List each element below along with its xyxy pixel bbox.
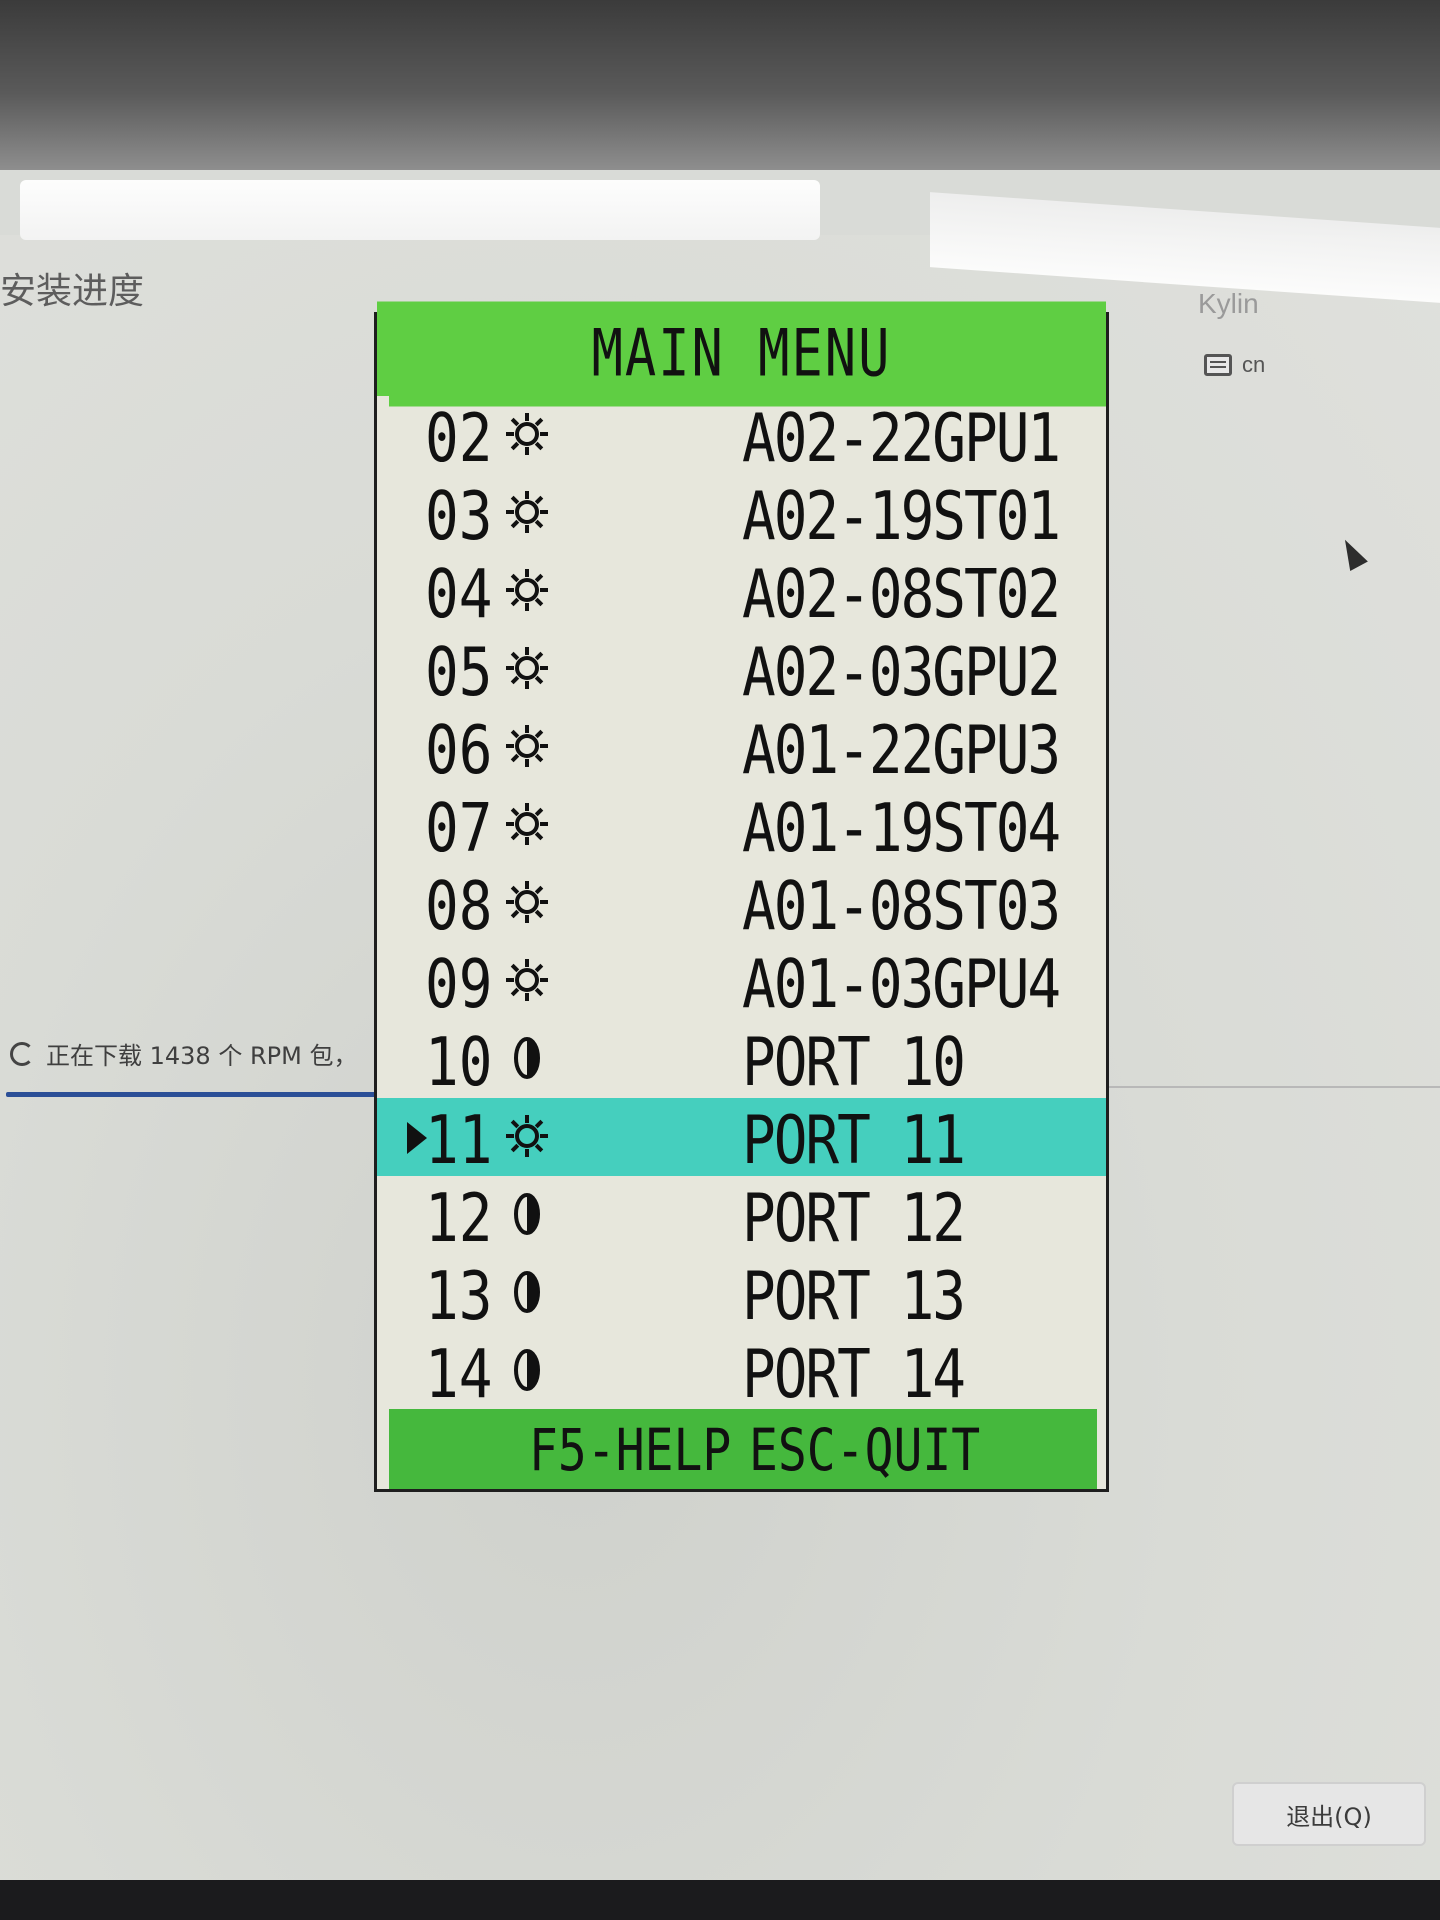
- port-number: 11: [425, 1102, 493, 1180]
- sun-icon: [506, 569, 548, 611]
- port-number: 14: [425, 1336, 493, 1414]
- menu-footer: F5-HELP ESC-QUIT: [389, 1409, 1097, 1489]
- spinner-icon: [10, 1041, 34, 1066]
- moon-icon: [514, 1349, 540, 1391]
- keyboard-layout-label: cn: [1242, 352, 1266, 377]
- sun-icon: [506, 803, 548, 845]
- port-name: PORT 12: [742, 1180, 966, 1258]
- port-number: 10: [425, 1024, 493, 1102]
- menu-row-port-04[interactable]: 04 A02-08ST02: [377, 552, 1106, 634]
- quit-key-hint[interactable]: ESC-QUIT: [749, 1417, 980, 1484]
- menu-row-port-08[interactable]: 08 A01-08ST03: [377, 864, 1106, 946]
- port-number: 08: [425, 868, 493, 946]
- port-number: 03: [425, 478, 493, 556]
- installer-title: 安装进度: [0, 271, 145, 312]
- port-name: A01-03GPU4: [742, 946, 1061, 1024]
- sun-icon: [506, 725, 548, 767]
- sun-icon: [506, 647, 548, 689]
- port-number: 12: [425, 1180, 493, 1258]
- port-number: 06: [425, 712, 493, 790]
- help-key-hint[interactable]: F5-HELP: [529, 1417, 731, 1484]
- port-number: 02: [425, 400, 493, 478]
- monitor-bezel-bottom: [0, 1880, 1440, 1920]
- port-number: 07: [425, 790, 493, 868]
- port-name: PORT 14: [742, 1336, 966, 1414]
- menu-title: MAIN MENU: [377, 301, 1106, 407]
- divider: [1100, 1086, 1440, 1088]
- quit-button[interactable]: 退出(Q): [1232, 1782, 1426, 1846]
- sun-icon: [506, 881, 548, 923]
- download-progress-status: 正在下载 1438 个 RPM 包，: [10, 1036, 357, 1071]
- menu-row-port-11[interactable]: 11 PORT 11: [377, 1098, 1106, 1180]
- menu-row-port-14[interactable]: 14 PORT 14: [377, 1332, 1106, 1414]
- sun-icon: [506, 959, 548, 1001]
- kvm-main-menu: MAIN MENU 02 A02-22GPU1 03 A02-19ST01 04 A02-…: [374, 301, 1109, 1492]
- menu-row-port-07[interactable]: 07 A01-19ST04: [377, 786, 1106, 868]
- port-name: A02-22GPU1: [742, 400, 1061, 478]
- menu-row-port-06[interactable]: 06 A01-22GPU3: [377, 708, 1106, 790]
- moon-icon: [514, 1193, 540, 1235]
- moon-icon: [514, 1037, 540, 1079]
- menu-row-port-03[interactable]: 03 A02-19ST01: [377, 474, 1106, 556]
- sun-icon: [506, 413, 548, 455]
- sun-icon: [506, 491, 548, 533]
- menu-row-port-05[interactable]: 05 A02-03GPU2: [377, 630, 1106, 712]
- port-name: A02-19ST01: [742, 478, 1061, 556]
- menu-row-port-09[interactable]: 09 A01-03GPU4: [377, 942, 1106, 1024]
- progress-bar: [6, 1092, 386, 1097]
- brand-text: Kylin: [1198, 288, 1259, 319]
- screen-glare: [20, 180, 820, 240]
- menu-row-port-02[interactable]: 02 A02-22GPU1: [377, 396, 1106, 478]
- port-number: 05: [425, 634, 493, 712]
- port-number: 13: [425, 1258, 493, 1336]
- menu-row-port-13[interactable]: 13 PORT 13: [377, 1254, 1106, 1336]
- port-name: PORT 13: [742, 1258, 966, 1336]
- port-name: PORT 11: [742, 1102, 966, 1180]
- port-name: PORT 10: [742, 1024, 966, 1102]
- moon-icon: [514, 1271, 540, 1313]
- progress-text: 正在下载 1438 个 RPM 包，: [46, 1042, 358, 1070]
- port-name: A01-08ST03: [742, 868, 1061, 946]
- menu-row-port-10[interactable]: 10 PORT 10: [377, 1020, 1106, 1102]
- keyboard-layout-indicator[interactable]: cn: [1204, 352, 1265, 378]
- port-number: 04: [425, 556, 493, 634]
- port-number: 09: [425, 946, 493, 1024]
- selection-arrow-icon: [407, 1122, 427, 1154]
- port-name: A02-08ST02: [742, 556, 1061, 634]
- port-name: A01-22GPU3: [742, 712, 1061, 790]
- sun-icon: [506, 1115, 548, 1157]
- menu-rows: 02 A02-22GPU1 03 A02-19ST01 04 A02-08ST02 05 A0…: [377, 396, 1106, 1414]
- menu-row-port-12[interactable]: 12 PORT 12: [377, 1176, 1106, 1258]
- port-name: A01-19ST04: [742, 790, 1061, 868]
- monitor-bezel-top: [0, 0, 1440, 170]
- keyboard-icon: [1204, 354, 1232, 376]
- port-name: A02-03GPU2: [742, 634, 1061, 712]
